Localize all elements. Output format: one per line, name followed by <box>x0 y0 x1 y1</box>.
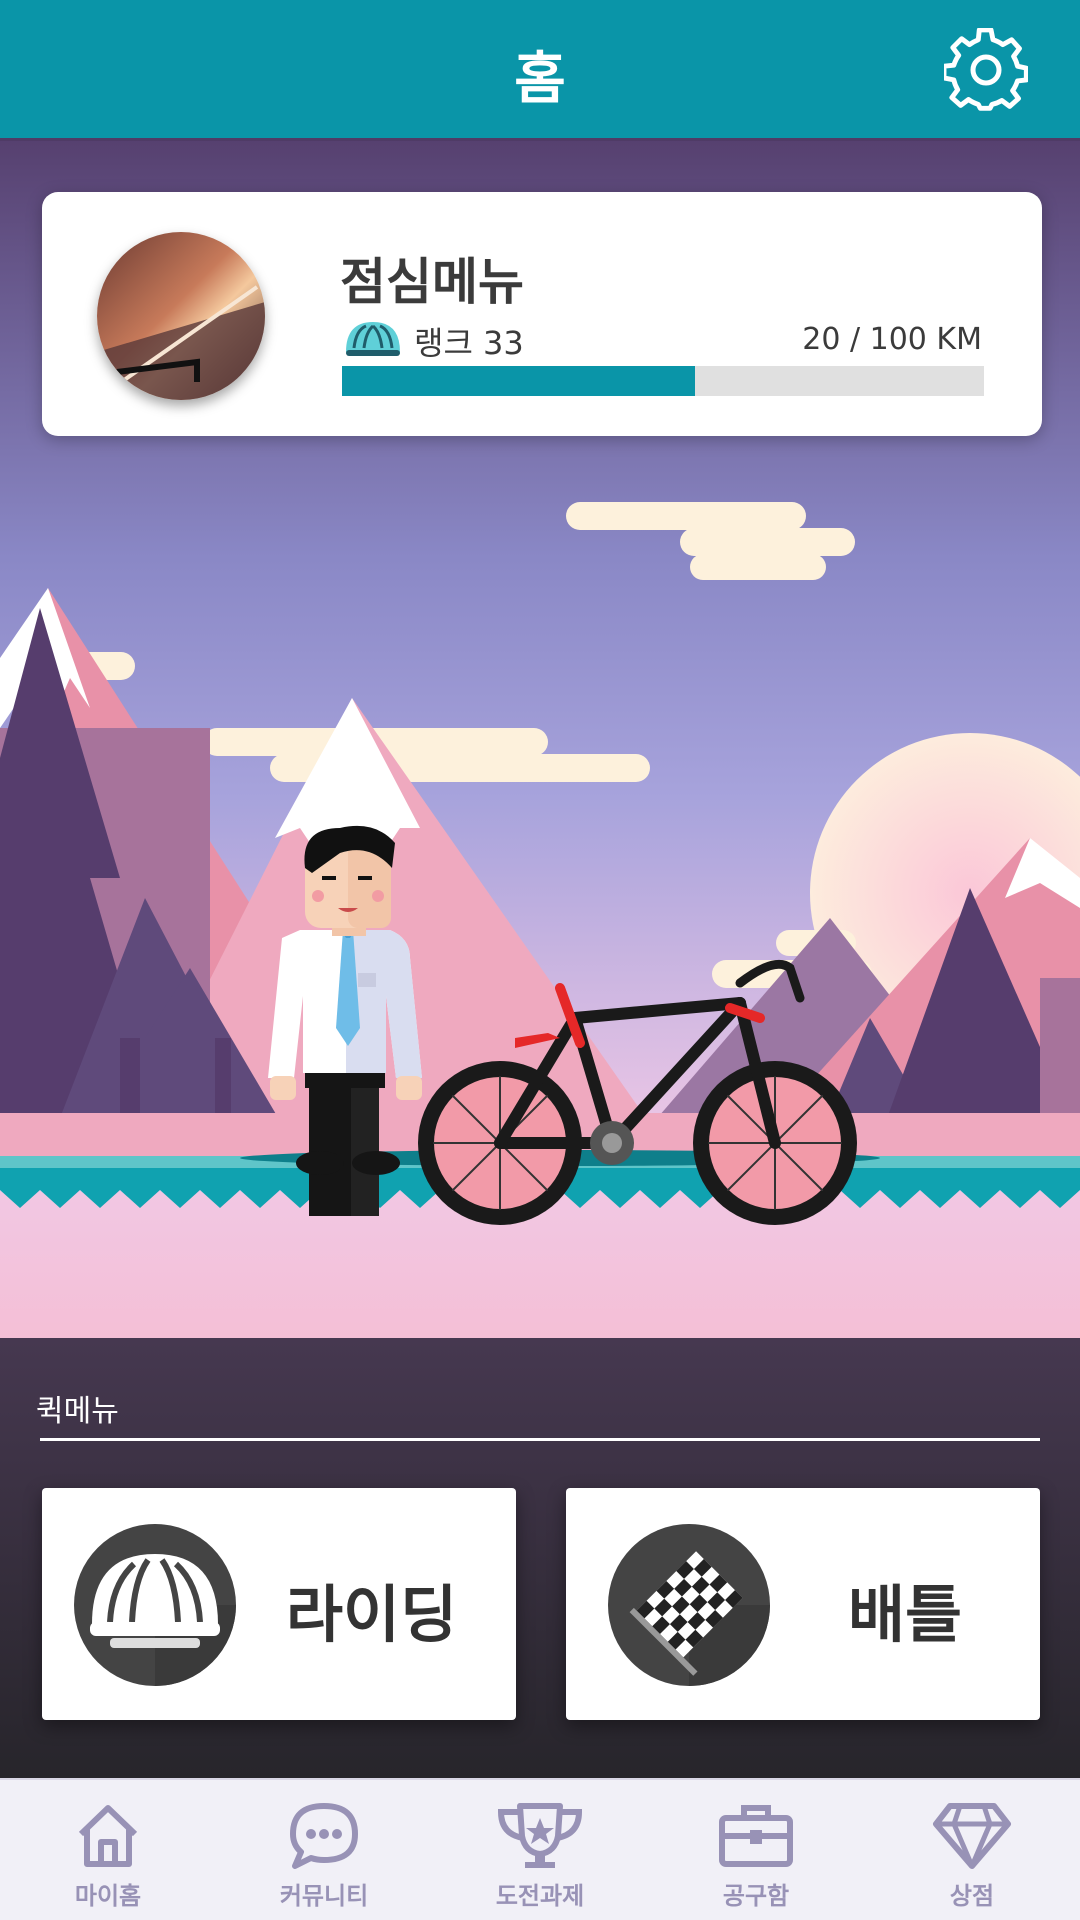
page-title: 홈 <box>514 47 566 112</box>
nav-item-toolbox[interactable]: 공구함 <box>648 1780 864 1920</box>
settings-button[interactable] <box>941 27 1029 112</box>
quick-menu-title: 퀵메뉴 <box>36 1394 119 1429</box>
nav-item-shop[interactable]: 상점 <box>864 1780 1080 1920</box>
trophy-icon <box>497 1803 583 1868</box>
avatar-photo <box>97 232 265 400</box>
app-root: 홈 점심메뉴 랭크 33 20 / 100 KM 퀵메뉴 라이딩 배틀 마이홈 … <box>0 0 1080 1920</box>
gear-icon <box>941 27 1029 111</box>
diamond-icon <box>933 1803 1011 1869</box>
home-icon <box>78 1805 138 1867</box>
quick-menu-section: 퀵메뉴 라이딩 배틀 <box>0 1338 1080 1778</box>
nav-label-community: 커뮤니티 <box>279 1882 369 1910</box>
checkered-flag-icon <box>608 1524 770 1686</box>
helmet-icon <box>74 1524 236 1686</box>
profile-username: 점심메뉴 <box>340 253 524 311</box>
rank-label: 랭크 33 <box>414 324 524 362</box>
nav-label-shop: 상점 <box>949 1882 995 1910</box>
top-header: 홈 <box>0 0 1080 138</box>
battle-button[interactable]: 배틀 <box>566 1488 1040 1720</box>
avatar[interactable] <box>97 232 265 400</box>
nav-label-myhome: 마이홈 <box>74 1882 142 1910</box>
distance-progress-fill <box>342 366 696 396</box>
battle-label: 배틀 <box>848 1578 963 1651</box>
quick-menu-divider <box>40 1438 1040 1441</box>
nav-label-toolbox: 공구함 <box>722 1882 790 1910</box>
nav-item-challenges[interactable]: 도전과제 <box>432 1780 648 1920</box>
riding-label: 라이딩 <box>286 1578 458 1651</box>
helmet-icon <box>346 322 400 356</box>
nav-item-myhome[interactable]: 마이홈 <box>0 1780 216 1920</box>
bottom-nav: 마이홈 커뮤니티 도전과제 공구함 상점 <box>0 1778 1080 1920</box>
distance-text: 20 / 100 KM <box>802 322 982 357</box>
chat-bubble-icon <box>290 1803 358 1869</box>
nav-item-community[interactable]: 커뮤니티 <box>216 1780 432 1920</box>
nav-label-challenges: 도전과제 <box>495 1882 585 1910</box>
distance-progress-bar <box>342 366 984 396</box>
toolbox-icon <box>719 1805 793 1867</box>
profile-card[interactable]: 점심메뉴 랭크 33 20 / 100 KM <box>42 192 1042 436</box>
riding-button[interactable]: 라이딩 <box>42 1488 516 1720</box>
